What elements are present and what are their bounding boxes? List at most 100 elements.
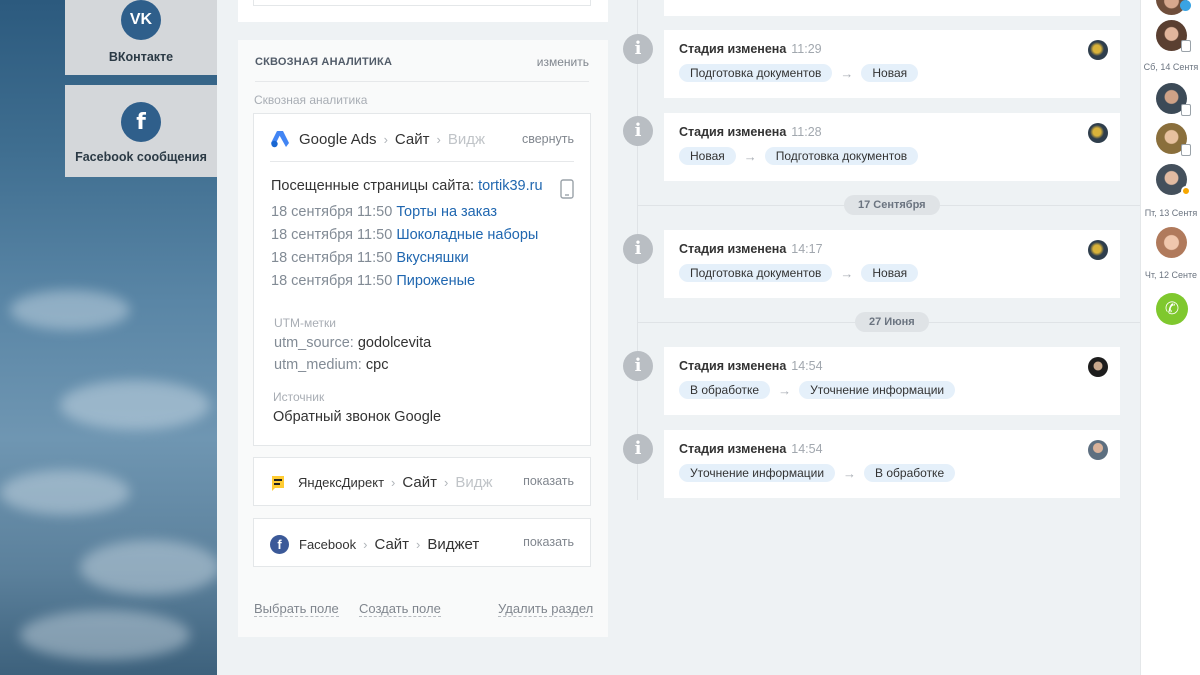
facebook-icon: f [121,102,161,142]
collapse-link[interactable]: свернуть [522,132,574,146]
chevron-right-icon: › [436,131,441,147]
yandex-direct-panel: ЯндексДирект › Сайт › Видж показать [253,457,591,506]
event-title-text: Стадия изменена [679,442,787,456]
show-link[interactable]: показать [523,535,574,549]
source-name: ЯндексДирект [298,475,385,490]
facebook-icon: f [270,535,289,554]
chevron-right-icon: › [363,537,368,552]
facebook-app-tile[interactable]: f Facebook сообщения [65,85,217,177]
event-time: 14:17 [791,242,823,256]
timeline-event: Стадия изменена 11:29 Подготовка документ… [664,30,1120,98]
stage-to: Новая [861,264,919,282]
vk-app-tile[interactable]: VK ВКонтакте [65,0,217,75]
lock-badge-icon [1180,0,1191,11]
mobile-badge-icon [1181,104,1191,116]
vk-icon: VK [121,0,161,40]
source-label: Источник [273,390,325,404]
utm-key: utm_source: [274,335,354,351]
stage-to: В обработке [864,464,956,482]
info-icon: i [623,34,653,64]
section-title: СКВОЗНАЯ АНАЛИТИКА [255,56,393,68]
status-badge [1181,186,1191,196]
avatar[interactable] [1088,357,1108,377]
visit-date: 18 сентября 11:50 [271,250,393,266]
stage-to: Новая [861,64,919,82]
utm-key: utm_medium: [274,357,362,373]
stage-from: Уточнение информации [679,464,836,482]
avatar[interactable] [1088,240,1108,260]
utm-label: UTM-метки [274,316,336,330]
visit-row: 18 сентября 11:50 Вкусняшки [271,250,581,266]
stage-from: Новая [679,147,736,165]
info-icon: i [623,234,653,264]
stage-from: Подготовка документов [679,64,833,82]
info-icon: i [623,116,653,146]
visit-date: 18 сентября 11:50 [271,204,393,220]
delete-section-link[interactable]: Удалить раздел [498,601,594,617]
visit-page-link[interactable]: Пироженые [396,273,475,289]
event-title-text: Стадия изменена [679,242,787,256]
visit-date: 18 сентября 11:50 [271,227,393,243]
phone-call-icon[interactable]: ✆ [1156,293,1188,325]
visit-page-link[interactable]: Шоколадные наборы [396,227,538,243]
event-time: 11:29 [791,42,822,56]
sidebar-date: Чт, 12 Сенте [1144,270,1198,280]
google-ads-icon [271,131,289,148]
section-header: СКВОЗНАЯ АНАЛИТИКА изменить [255,54,589,82]
crumb-site: Сайт [394,130,430,148]
visit-row: 18 сентября 11:50 Пироженые [271,273,581,289]
site-link[interactable]: tortik39.ru [478,178,542,194]
utm-value: godolcevita [357,335,432,351]
source-value: Обратный звонок Google [273,409,442,425]
google-ads-breadcrumb: Google Ads › Сайт › Видж [270,130,485,148]
show-link[interactable]: показать [523,474,574,488]
mobile-badge-icon [1181,40,1191,52]
timeline-event: Стадия изменена 14:17 Подготовка документ… [664,230,1120,298]
stage-to: Уточнение информации [799,381,956,399]
event-title-text: Стадия изменена [679,42,787,56]
visit-page-link[interactable]: Вкусняшки [396,250,468,266]
stage-change: Уточнение информации → В обработке [679,464,956,482]
arrow-right-icon: → [743,148,757,164]
edit-section-link[interactable]: изменить [537,55,589,69]
stage-from: Подготовка документов [679,264,833,282]
select-field-link[interactable]: Выбрать поле [254,601,339,617]
chevron-right-icon: › [383,131,388,147]
event-title: Стадия изменена 14:54 [679,359,823,373]
crumb-widget: Видж [455,474,493,491]
stage-to: Подготовка документов [764,147,919,165]
event-title: Стадия изменена 14:54 [679,442,823,456]
visit-row: 18 сентября 11:50 Торты на заказ [271,204,581,220]
avatar[interactable] [1088,440,1108,460]
source-name: Google Ads [299,130,377,148]
date-separator: 27 Июня [855,312,929,332]
stage-change: Подготовка документов → Новая [679,264,919,282]
divider [270,161,574,162]
info-icon: i [623,351,653,381]
timeline-event: Стадия изменена 14:54 Уточнение информаци… [664,430,1120,498]
avatar[interactable] [1088,123,1108,143]
event-title: Стадия изменена 11:28 [679,125,822,139]
utm-value: cpc [365,357,389,373]
contact-avatar[interactable] [1156,227,1187,258]
arrow-right-icon: → [778,382,792,398]
create-field-link[interactable]: Создать поле [359,601,441,617]
avatar[interactable] [1088,40,1108,60]
visit-page-link[interactable]: Торты на заказ [396,204,497,220]
date-separator: 17 Сентября [844,195,940,215]
timeline-event: Стадия изменена 11:28 Новая → Подготовка до… [664,113,1120,181]
utm-source: utm_source: godolcevita [274,335,574,351]
crumb-site: Сайт [402,474,437,491]
stage-change: В обработке → Уточнение информации [679,381,956,399]
yandex-direct-icon [272,475,284,491]
stage-change: Подготовка документов → Новая [679,64,919,82]
previous-section-panel [253,0,591,6]
chevron-right-icon: › [391,475,396,490]
stage-change: Новая → Подготовка документов [679,147,919,165]
crumb-site: Сайт [374,536,410,553]
source-block: Источник Обратный звонок Google [273,390,573,425]
yandex-breadcrumb: ЯндексДирект › Сайт › Видж [270,474,492,491]
chevron-right-icon: › [416,537,421,552]
right-sidebar: Сб, 14 Сентя Пт, 13 Сентя Чт, 12 Сенте ✆ [1140,0,1200,675]
mobile-badge-icon [1181,144,1191,156]
